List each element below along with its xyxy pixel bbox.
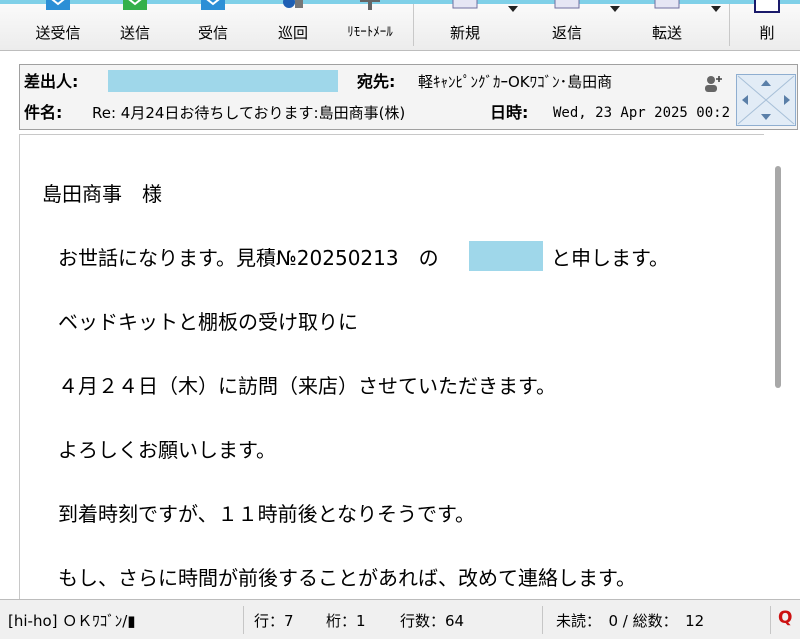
forward-dropdown-icon[interactable]: [711, 6, 721, 12]
reply-button[interactable]: 返信: [527, 0, 607, 50]
receive-icon: [201, 0, 225, 10]
header-nav-arrows[interactable]: [736, 74, 796, 126]
scrollbar-thumb[interactable]: [775, 166, 781, 388]
line-arrival: 到着時刻ですが、１１時前後となりそうです。: [58, 502, 475, 526]
from-redaction: [108, 70, 338, 92]
line-visit: ４月２４日（木）に訪問（来店）させていただきます。: [58, 374, 556, 398]
send-icon: [123, 0, 147, 10]
line-contact: もし、さらに時間が前後することがあれば、改めて連絡します。: [58, 566, 636, 590]
mail-viewer-window: 送受信 送信 受信 巡回 ﾘﾓｰﾄﾒｰﾙ 新規 返信 転送 削 差出人: 宛先:…: [0, 0, 800, 639]
reply-dropdown-icon[interactable]: [610, 6, 620, 12]
new-mail-dropdown-icon[interactable]: [508, 6, 518, 12]
patrol-button[interactable]: 巡回: [258, 0, 328, 50]
status-separator: [542, 606, 543, 634]
toolbar-separator: [413, 4, 414, 46]
status-separator: [770, 606, 771, 634]
nav-arrows-icon: [737, 75, 795, 125]
toolbar-separator: [729, 4, 730, 46]
send-button[interactable]: 送信: [100, 0, 170, 50]
to-value[interactable]: 軽ｷｬﾝﾋﾟﾝｸﾞｶｰOKﾜｺﾞﾝ･島田商: [418, 72, 696, 92]
remote-mail-icon: [360, 0, 380, 10]
name-redaction: [469, 241, 543, 271]
forward-button[interactable]: 転送: [627, 0, 707, 50]
reply-icon: [554, 0, 580, 9]
status-account: [hi-ho] ＯＫﾜｺﾞﾝ/▮: [8, 612, 136, 630]
send-receive-button[interactable]: 送受信: [18, 0, 98, 50]
header-line-from-to: 差出人: 宛先: 軽ｷｬﾝﾋﾟﾝｸﾞｶｰOKﾜｺﾞﾝ･島田商: [20, 65, 797, 99]
patrol-icon: [283, 0, 303, 8]
from-label: 差出人:: [24, 72, 79, 91]
new-mail-icon: [452, 0, 478, 9]
greeting-after: と申します。: [551, 246, 669, 270]
delete-icon: [754, 0, 780, 13]
vertical-scrollbar[interactable]: [765, 134, 796, 598]
send-receive-icon: [46, 0, 70, 10]
line-bed-kit: ベッドキットと棚板の受け取りに: [58, 310, 358, 334]
header-line-subject-date: 件名: Re: 4月24日お待ちしております:島田商事(株) 日時: Wed, …: [20, 97, 797, 129]
message-body[interactable]: 島田商事 様 お世話になります。見積№20250213 の と申します。 ベッド…: [19, 134, 764, 599]
subject-label: 件名:: [24, 103, 63, 122]
status-separator: [243, 606, 244, 634]
status-lines: 行数：64: [400, 612, 465, 630]
status-unread-total: 未読： 0 / 総数： 12: [556, 612, 705, 630]
receive-button[interactable]: 受信: [178, 0, 248, 50]
greeting-before: お世話になります。見積№20250213 の: [58, 246, 439, 270]
new-mail-button[interactable]: 新規: [425, 0, 505, 50]
status-row: 行：7: [254, 612, 294, 630]
status-col: 桁：1: [326, 612, 366, 630]
salutation: 島田商事 様: [42, 182, 162, 206]
date-value: Wed, 23 Apr 2025 00:2: [553, 105, 731, 121]
forward-icon: [654, 0, 680, 9]
line-regards: よろしくお願いします。: [58, 438, 276, 462]
q-status-icon[interactable]: Q: [778, 608, 792, 628]
toolbar: 送受信 送信 受信 巡回 ﾘﾓｰﾄﾒｰﾙ 新規 返信 転送 削: [0, 0, 800, 51]
add-contact-icon[interactable]: [702, 73, 724, 93]
status-bar: [hi-ho] ＯＫﾜｺﾞﾝ/▮ 行：7 桁：1 行数：64 未読： 0 / 総…: [0, 599, 800, 639]
mail-header: 差出人: 宛先: 軽ｷｬﾝﾋﾟﾝｸﾞｶｰOKﾜｺﾞﾝ･島田商 件名: Re: 4…: [19, 64, 798, 130]
remote-mail-button[interactable]: ﾘﾓｰﾄﾒｰﾙ: [330, 0, 410, 50]
to-label: 宛先:: [357, 72, 396, 91]
subject-value[interactable]: Re: 4月24日お待ちしております:島田商事(株): [92, 103, 482, 123]
date-label: 日時:: [490, 103, 529, 122]
delete-button[interactable]: 削: [736, 0, 798, 50]
